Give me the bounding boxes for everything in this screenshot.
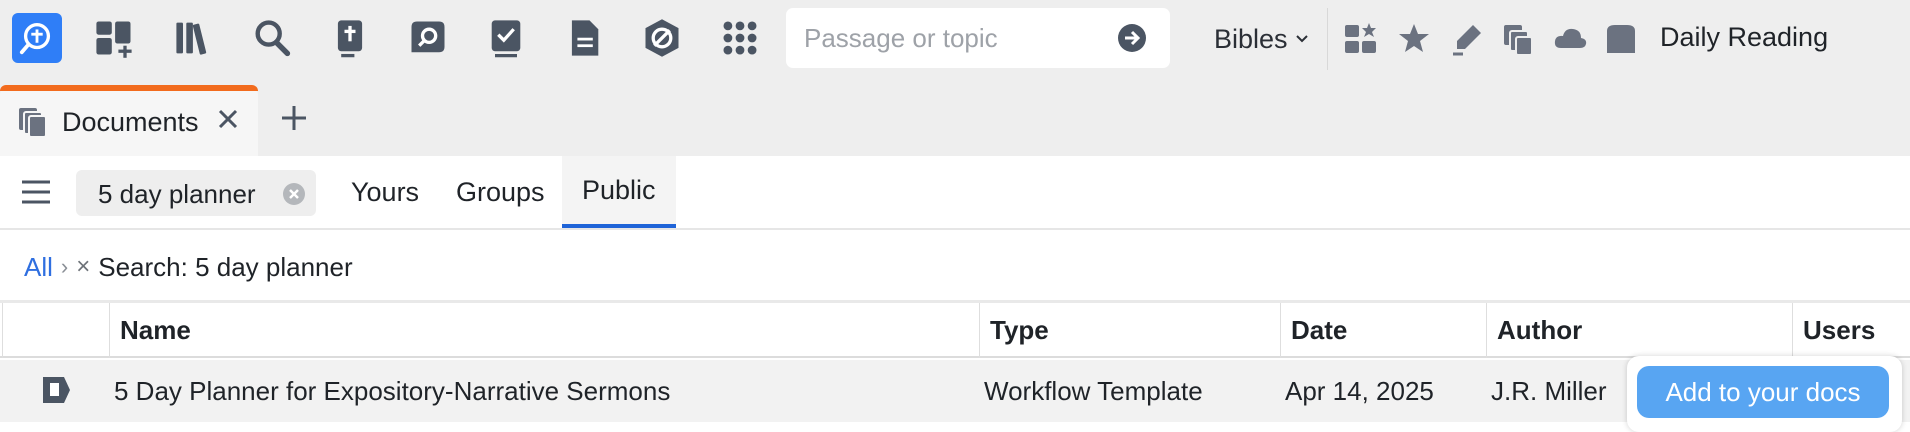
- add-to-your-docs-button[interactable]: Add to your docs: [1637, 366, 1889, 418]
- documents-icon: [19, 108, 47, 138]
- apps-icon[interactable]: [714, 12, 766, 64]
- table-header: Name Type Date Author Users: [0, 303, 1910, 358]
- home-icon[interactable]: [12, 13, 62, 63]
- column-date[interactable]: Date: [1280, 303, 1486, 358]
- column-name[interactable]: Name: [109, 303, 979, 358]
- breadcrumb-all-link[interactable]: All: [24, 252, 53, 283]
- factbook-icon[interactable]: [402, 12, 454, 64]
- breadcrumb-current: Search: 5 day planner: [98, 251, 353, 282]
- toolbar-divider: [1327, 8, 1328, 70]
- row-type: Workflow Template: [984, 375, 1203, 406]
- passage-search-input[interactable]: [804, 20, 1104, 56]
- documents-filter-bar: 5 day planner Yours Groups Public: [0, 156, 1910, 230]
- layouts-icon[interactable]: [1340, 18, 1382, 60]
- main-toolbar: Bibles Daily Reading: [0, 0, 1910, 78]
- active-tab-accent: [0, 85, 258, 91]
- search-filter-chip[interactable]: 5 day planner: [76, 170, 316, 216]
- panel-tab-bar: Documents: [0, 78, 1910, 156]
- row-date: Apr 14, 2025: [1285, 375, 1434, 406]
- documents-icon[interactable]: [558, 12, 610, 64]
- go-arrow-icon[interactable]: [1116, 22, 1148, 54]
- tab-documents[interactable]: Documents: [0, 85, 258, 156]
- chevron-down-icon: [1295, 35, 1308, 43]
- remove-filter-button[interactable]: ×: [76, 253, 90, 281]
- search-filter-text: 5 day planner: [98, 179, 256, 209]
- table-row[interactable]: 5 Day Planner for Expository-Narrative S…: [0, 360, 1910, 422]
- column-type[interactable]: Type: [979, 303, 1280, 358]
- atlas-icon[interactable]: [636, 12, 688, 64]
- tab-public[interactable]: Public: [562, 156, 676, 228]
- favorites-icon[interactable]: [1393, 18, 1435, 60]
- dashboard-icon[interactable]: [88, 12, 140, 64]
- add-tab-icon[interactable]: [278, 102, 310, 134]
- tab-yours[interactable]: Yours: [351, 156, 419, 228]
- workflow-template-icon: [43, 377, 70, 403]
- breadcrumb-separator: ›: [60, 254, 69, 279]
- tab-groups[interactable]: Groups: [456, 156, 545, 228]
- sync-cloud-icon[interactable]: [1549, 18, 1591, 60]
- hamburger-menu-icon[interactable]: [20, 178, 52, 206]
- clear-search-icon[interactable]: [282, 182, 306, 206]
- close-icon[interactable]: [214, 105, 242, 133]
- column-icon: [2, 303, 109, 358]
- copy-icon[interactable]: [1497, 18, 1539, 60]
- breadcrumb: All › × Search: 5 day planner: [24, 250, 353, 284]
- workflows-icon[interactable]: [480, 12, 532, 64]
- row-author: J.R. Miller: [1491, 375, 1607, 406]
- bibles-label: Bibles: [1214, 23, 1288, 54]
- daily-reading-link[interactable]: Daily Reading: [1660, 22, 1828, 53]
- column-author[interactable]: Author: [1486, 303, 1792, 358]
- passage-search-field[interactable]: [786, 8, 1170, 68]
- bibles-dropdown[interactable]: Bibles: [1214, 22, 1310, 56]
- row-name[interactable]: 5 Day Planner for Expository-Narrative S…: [114, 360, 670, 422]
- search-icon[interactable]: [246, 12, 298, 64]
- column-users[interactable]: Users: [1792, 303, 1910, 358]
- reading-plan-icon[interactable]: [1600, 18, 1642, 60]
- guides-icon[interactable]: [324, 12, 376, 64]
- highlighter-icon[interactable]: [1446, 18, 1488, 60]
- tab-label: Documents: [62, 107, 199, 137]
- row-action-popover: Add to your docs: [1627, 356, 1902, 432]
- library-icon[interactable]: [168, 12, 220, 64]
